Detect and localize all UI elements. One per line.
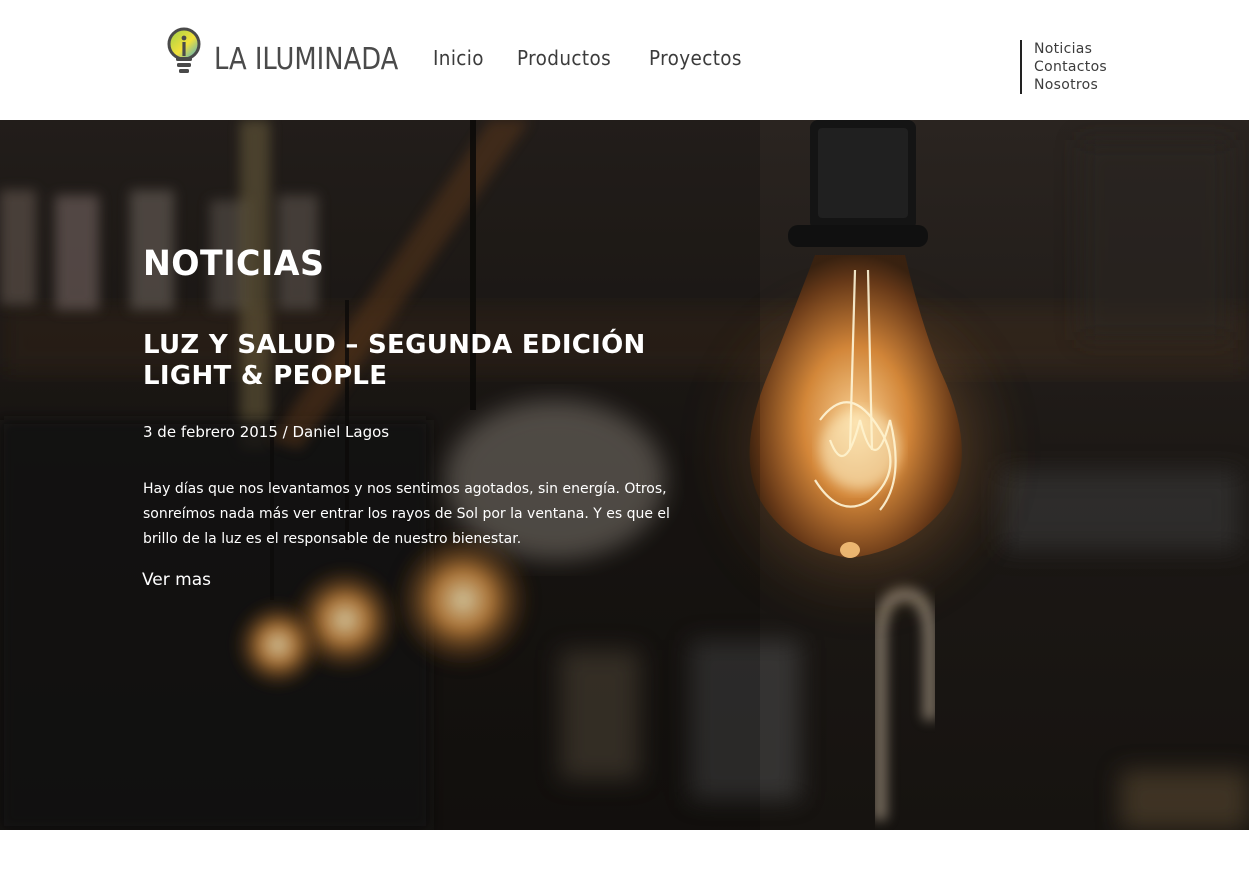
site-header: LA ILUMINADA Inicio Productos Proyectos … xyxy=(0,0,1249,120)
nav-contactos[interactable]: Contactos xyxy=(1034,58,1107,76)
main-nav: Inicio Productos Proyectos xyxy=(433,46,779,70)
article-meta: 3 de febrero 2015 / Daniel Lagos xyxy=(143,423,390,441)
logo-text: LA ILUMINADA xyxy=(214,42,399,77)
nav-nosotros[interactable]: Nosotros xyxy=(1034,76,1107,94)
article-excerpt: Hay días que nos levantamos y nos sentim… xyxy=(143,481,670,547)
lightbulb-icon xyxy=(167,27,201,73)
secondary-nav: Noticias Contactos Nosotros xyxy=(1020,40,1107,94)
logo-link[interactable]: LA ILUMINADA xyxy=(166,26,398,78)
nav-inicio[interactable]: Inicio xyxy=(433,46,484,70)
nav-noticias[interactable]: Noticias xyxy=(1034,40,1107,58)
section-title: NOTICIAS xyxy=(143,244,325,284)
hero-background-image xyxy=(0,120,1249,830)
nav-proyectos[interactable]: Proyectos xyxy=(649,46,742,70)
article-title[interactable]: LUZ Y SALUD – SEGUNDA EDICIÓN LIGHT & PE… xyxy=(143,330,723,392)
nav-productos[interactable]: Productos xyxy=(517,46,611,70)
hero-banner: NOTICIAS LUZ Y SALUD – SEGUNDA EDICIÓN L… xyxy=(0,120,1249,830)
read-more-link[interactable]: Ver mas xyxy=(142,570,211,590)
